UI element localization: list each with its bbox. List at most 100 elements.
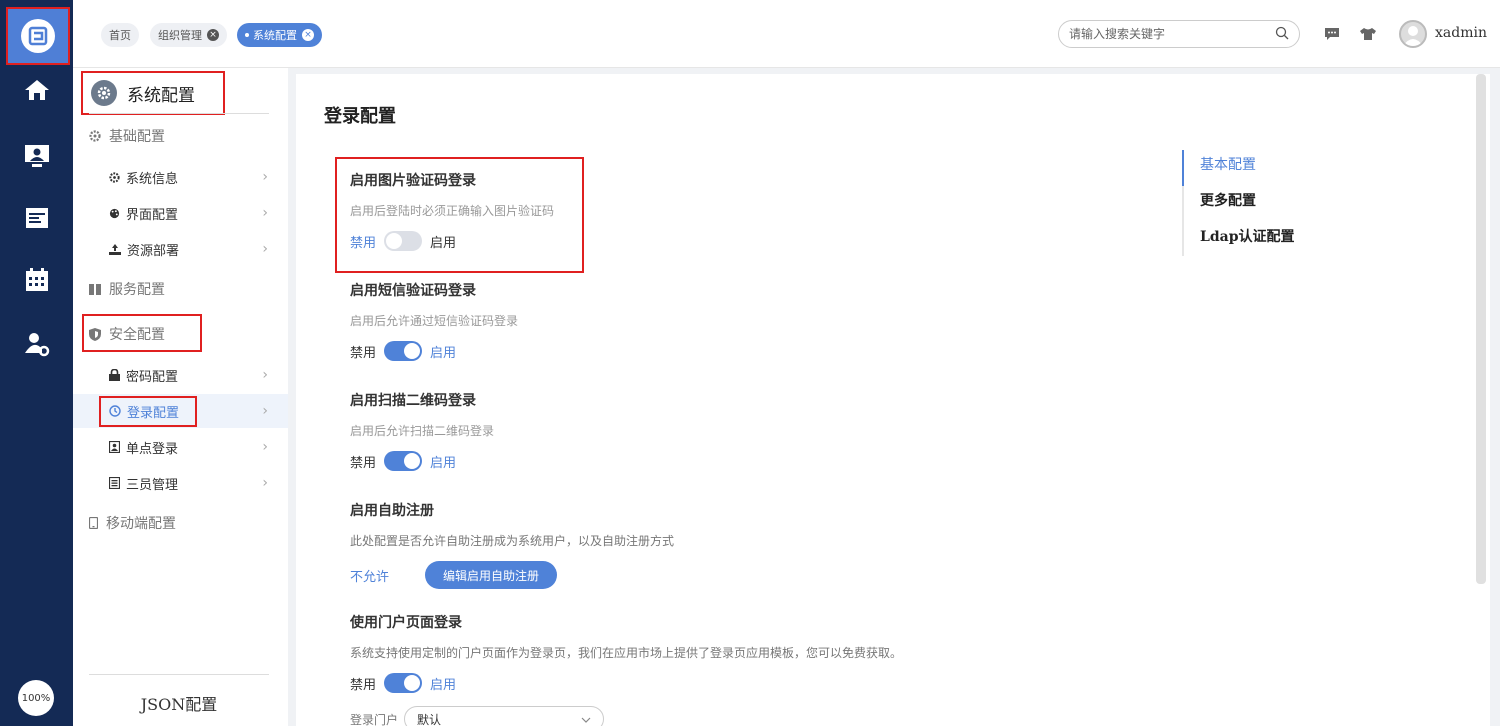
setting-sms-captcha: 启用短信验证码登录 启用后允许通过短信验证码登录 禁用 启用 (350, 280, 518, 361)
sms-captcha-toggle[interactable] (384, 341, 423, 361)
on-label: 启用 (430, 455, 457, 471)
group-label: 服务配置 (109, 282, 165, 298)
main-panel: 登录配置 启用图片验证码登录 启用后登陆时必须正确输入图片验证码 禁用 启用 启… (296, 74, 1490, 726)
sidebar-item-ui-config[interactable]: 界面配置 › (73, 196, 288, 230)
setting-self-register: 启用自助注册 此处配置是否允许自助注册成为系统用户，以及自助注册方式 不允许 编… (350, 500, 674, 589)
sidebar-group-basic[interactable]: 基础配置 (89, 126, 165, 146)
off-label: 禁用 (350, 455, 377, 471)
scrollbar[interactable] (1476, 74, 1486, 584)
setting-title: 启用自助注册 (350, 503, 434, 519)
chevron-right-icon: › (262, 367, 268, 383)
rail-schedule[interactable] (0, 200, 73, 240)
toggle-knob (404, 453, 421, 469)
edit-self-register-button[interactable]: 编辑启用自助注册 (425, 561, 558, 589)
monitor-user-icon (24, 144, 50, 172)
server-icon (89, 283, 101, 295)
zoom-indicator[interactable]: 100% (18, 680, 54, 716)
lock-icon (109, 369, 120, 381)
chevron-right-icon: › (262, 475, 268, 491)
sidebar: 系统配置 基础配置 系统信息 › 界面配置 › 资源部署 › 服务配置 安全配置… (73, 68, 288, 726)
search-icon[interactable] (1275, 25, 1289, 44)
toggle-knob (386, 233, 403, 249)
off-label: 禁用 (350, 677, 377, 693)
item-label: 界面配置 (126, 207, 179, 223)
gear-icon (109, 171, 120, 183)
setting-qrcode-login: 启用扫描二维码登录 启用后允许扫描二维码登录 禁用 启用 (350, 390, 494, 471)
sidebar-group-security[interactable]: 安全配置 (89, 324, 165, 344)
anchor-more-config[interactable]: 更多配置 (1184, 186, 1295, 222)
portal-login-toggle[interactable] (384, 673, 423, 693)
palette-icon (109, 208, 120, 219)
group-label: 移动端配置 (106, 516, 176, 532)
gear-icon (89, 130, 101, 142)
search-input[interactable] (1069, 27, 1275, 41)
divider (89, 113, 269, 114)
off-label: 禁用 (350, 235, 377, 251)
setting-desc: 启用后允许通过短信验证码登录 (350, 314, 519, 328)
username[interactable]: xadmin (1435, 25, 1487, 41)
anchor-ldap-config[interactable]: Ldap认证配置 (1184, 222, 1295, 258)
chevron-right-icon: › (262, 241, 268, 257)
setting-desc: 启用后登陆时必须正确输入图片验证码 (350, 204, 555, 218)
rail-user-settings[interactable] (0, 326, 73, 366)
sidebar-item-system-info[interactable]: 系统信息 › (73, 160, 288, 194)
sidebar-group-mobile[interactable]: 移动端配置 (89, 513, 176, 533)
sidebar-item-password[interactable]: 密码配置 › (73, 358, 288, 392)
qrcode-login-toggle[interactable] (384, 451, 423, 471)
setting-portal-login: 使用门户页面登录 系统支持使用定制的门户页面作为登录页，我们在应用市场上提供了登… (350, 612, 902, 693)
item-label: 三员管理 (126, 477, 179, 493)
id-card-icon (109, 441, 120, 453)
group-label: 基础配置 (109, 129, 165, 145)
tab-home[interactable]: 首页 (101, 23, 139, 47)
avatar[interactable] (1399, 20, 1427, 48)
setting-title: 使用门户页面登录 (350, 615, 462, 631)
sidebar-group-service[interactable]: 服务配置 (89, 279, 165, 299)
sidebar-item-login-config[interactable]: 登录配置 › (73, 394, 288, 428)
setting-desc: 系统支持使用定制的门户页面作为登录页，我们在应用市场上提供了登录页应用模板，您可… (350, 646, 903, 660)
item-label: 密码配置 (126, 369, 179, 385)
rail-org[interactable] (0, 138, 73, 178)
json-config-link[interactable]: JSON配置 (89, 674, 269, 715)
anchor-nav: 基本配置 更多配置 Ldap认证配置 (1182, 150, 1295, 256)
sidebar-item-resource-deploy[interactable]: 资源部署 › (73, 232, 288, 266)
nav-rail: 100% (0, 0, 73, 726)
rail-home[interactable] (0, 72, 73, 112)
sidebar-item-sso[interactable]: 单点登录 › (73, 430, 288, 464)
image-captcha-toggle[interactable] (384, 231, 423, 251)
close-icon[interactable]: × (207, 29, 219, 41)
self-register-status: 不允许 (350, 569, 390, 585)
item-label: 单点登录 (126, 441, 179, 457)
on-label: 启用 (430, 677, 457, 693)
sidebar-title-text: 系统配置 (127, 85, 195, 106)
rail-calendar[interactable] (0, 262, 73, 302)
chevron-right-icon: › (262, 205, 268, 221)
setting-title: 启用图片验证码登录 (350, 173, 476, 189)
on-label: 启用 (430, 235, 457, 251)
chevron-right-icon: › (262, 403, 268, 419)
close-icon[interactable]: × (302, 29, 314, 41)
toggle-knob (404, 675, 421, 691)
chevron-right-icon: › (262, 439, 268, 455)
sidebar-item-three-admin[interactable]: 三员管理 › (73, 466, 288, 500)
anchor-basic-config[interactable]: 基本配置 (1182, 150, 1295, 186)
tab-org-manage[interactable]: 组织管理 × (150, 23, 227, 47)
message-icon[interactable] (1322, 24, 1342, 44)
portal-select[interactable]: 默认 (404, 706, 605, 726)
theme-shirt-icon[interactable] (1358, 24, 1378, 44)
portal-select-label: 登录门户 (350, 712, 399, 726)
app-logo[interactable] (6, 7, 70, 65)
shield-icon (89, 327, 101, 341)
tab-system-config[interactable]: 系统配置 × (237, 23, 322, 47)
setting-title: 启用短信验证码登录 (350, 283, 476, 299)
tab-label: 系统配置 (253, 29, 297, 42)
item-label: 系统信息 (126, 171, 179, 187)
setting-desc: 此处配置是否允许自助注册成为系统用户，以及自助注册方式 (350, 534, 675, 548)
portal-select-row: 登录门户 默认 (350, 706, 605, 726)
toggle-knob (404, 343, 421, 359)
item-label: 登录配置 (127, 405, 180, 421)
tab-label: 首页 (109, 29, 131, 42)
setting-image-captcha: 启用图片验证码登录 启用后登陆时必须正确输入图片验证码 禁用 启用 (350, 170, 554, 251)
sidebar-title: 系统配置 (81, 71, 225, 115)
search-box (1058, 20, 1300, 48)
top-bar: 首页 组织管理 × 系统配置 × xadmin (73, 0, 1500, 68)
